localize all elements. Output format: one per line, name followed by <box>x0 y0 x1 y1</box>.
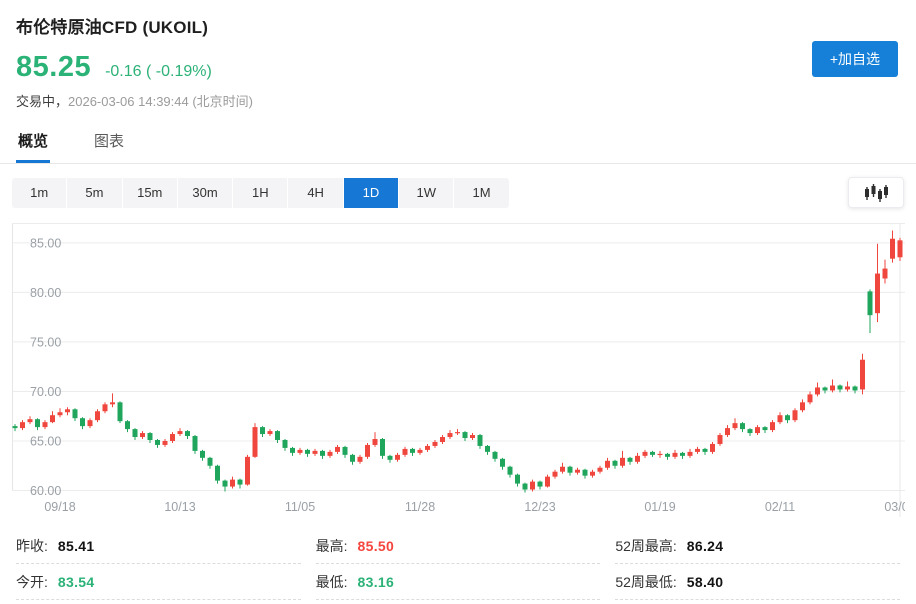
price-change: -0.16 ( -0.19%) <box>105 63 212 81</box>
svg-text:09/18: 09/18 <box>44 500 75 514</box>
timeframe-button-1D[interactable]: 1D <box>344 178 398 208</box>
timeframe-button-30m[interactable]: 30m <box>178 178 232 208</box>
svg-text:60.00: 60.00 <box>30 484 61 498</box>
svg-text:12/23: 12/23 <box>524 500 555 514</box>
page-title: 布伦特原油CFD (UKOIL) <box>16 13 900 38</box>
svg-text:11/05: 11/05 <box>285 500 315 514</box>
svg-text:01/19: 01/19 <box>644 500 675 514</box>
timeframe-button-5m[interactable]: 5m <box>67 178 121 208</box>
price-row: 85.25 -0.16 ( -0.19%) <box>16 53 900 82</box>
stat-item: 52周最高: 86.24 <box>615 528 900 564</box>
timeframe-button-1W[interactable]: 1W <box>399 178 453 208</box>
stat-label: 最高: <box>316 536 348 556</box>
candlestick-chart[interactable]: 85.00 80.00 75.00 70.00 65.00 60.00 09/18 10/13… <box>12 223 905 523</box>
candlestick-chart-icon <box>863 183 889 203</box>
tab-chart[interactable]: 图表 <box>92 122 126 163</box>
svg-text:80.00: 80.00 <box>30 286 61 300</box>
stat-item: 昨收: 85.41 <box>16 528 301 564</box>
stat-label: 52周最低: <box>615 572 676 592</box>
svg-text:85.00: 85.00 <box>30 236 61 250</box>
quote-timestamp: 2026-03-06 14:39:44 (北京时间) <box>68 94 253 109</box>
svg-text:75.00: 75.00 <box>30 335 61 349</box>
timeframe-button-1m[interactable]: 1m <box>12 178 66 208</box>
timeframe-selector: 1m5m15m30m1H4H1D1W1M <box>12 178 509 208</box>
stat-value: 86.24 <box>687 538 724 554</box>
timeframe-button-1M[interactable]: 1M <box>454 178 508 208</box>
last-price: 85.25 <box>16 53 91 82</box>
svg-text:02/11: 02/11 <box>765 500 795 514</box>
stat-label: 今开: <box>16 572 48 592</box>
stat-value: 83.54 <box>58 574 95 590</box>
svg-text:11/28: 11/28 <box>405 500 435 514</box>
tab-bar: 概览 图表 <box>0 122 916 164</box>
stat-value: 85.50 <box>358 538 395 554</box>
svg-text:70.00: 70.00 <box>30 385 61 399</box>
svg-text:03/06: 03/06 <box>884 500 905 514</box>
stat-item: 最高: 85.50 <box>316 528 601 564</box>
timeframe-button-4H[interactable]: 4H <box>288 178 342 208</box>
stat-value: 83.16 <box>358 574 395 590</box>
stat-label: 最低: <box>316 572 348 592</box>
chart-area: 85.00 80.00 75.00 70.00 65.00 60.00 09/18 10/13… <box>12 223 904 523</box>
stat-item: 52周最低: 58.40 <box>615 564 900 600</box>
chart-type-button[interactable] <box>848 177 904 208</box>
chart-toolbar: 1m5m15m30m1H4H1D1W1M <box>12 177 904 208</box>
instrument-header: 布伦特原油CFD (UKOIL) 85.25 -0.16 ( -0.19%) 交… <box>0 0 916 110</box>
timeframe-button-15m[interactable]: 15m <box>123 178 177 208</box>
trading-status-label: 交易中， <box>16 94 68 109</box>
stat-item: 最低: 83.16 <box>316 564 601 600</box>
stat-value: 58.40 <box>687 574 724 590</box>
stat-value: 85.41 <box>58 538 95 554</box>
tab-overview[interactable]: 概览 <box>16 122 50 163</box>
stat-label: 昨收: <box>16 536 48 556</box>
add-to-watchlist-button[interactable]: +加自选 <box>812 41 898 77</box>
stats-panel: 昨收: 85.41 最高: 85.50 52周最高: 86.24 今开: 83.54 最低: 83… <box>16 528 900 600</box>
stat-item: 今开: 83.54 <box>16 564 301 600</box>
svg-text:65.00: 65.00 <box>30 434 61 448</box>
stat-label: 52周最高: <box>615 536 676 556</box>
timeframe-button-1H[interactable]: 1H <box>233 178 287 208</box>
market-status: 交易中，2026-03-06 14:39:44 (北京时间) <box>16 91 900 110</box>
svg-text:10/13: 10/13 <box>164 500 195 514</box>
